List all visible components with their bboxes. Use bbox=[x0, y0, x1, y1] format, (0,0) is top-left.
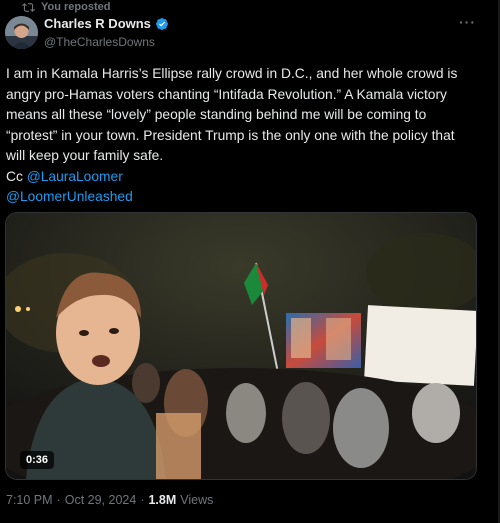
meta-separator: · bbox=[140, 493, 145, 507]
meta-separator: · bbox=[56, 493, 61, 507]
tweet-body: I am in Kamala Harris’s Ellipse rally cr… bbox=[6, 64, 476, 208]
mention-link[interactable]: @LauraLoomer bbox=[27, 169, 123, 184]
author-avatar[interactable] bbox=[5, 16, 38, 49]
repost-indicator: You reposted bbox=[22, 0, 110, 14]
tweet-date[interactable]: Oct 29, 2024 bbox=[65, 493, 137, 507]
author-handle[interactable]: @TheCharlesDowns bbox=[44, 35, 169, 49]
video-duration: 0:36 bbox=[20, 451, 55, 469]
more-options-icon[interactable]: ··· bbox=[459, 14, 476, 30]
tweet-mention-line: @LoomerUnleashed bbox=[6, 187, 476, 208]
author-info: Charles R Downs @TheCharlesDowns bbox=[44, 16, 169, 49]
author-name[interactable]: Charles R Downs bbox=[44, 16, 151, 31]
repost-label: You reposted bbox=[41, 1, 111, 13]
mention-link[interactable]: @LoomerUnleashed bbox=[6, 189, 133, 204]
video-player[interactable]: 0:36 bbox=[5, 212, 477, 480]
views-label: Views bbox=[180, 493, 214, 507]
cc-prefix: Cc bbox=[6, 168, 23, 184]
tweet-metadata: 7:10 PM · Oct 29, 2024 · 1.8M Views bbox=[6, 493, 213, 507]
tweet-text-main: I am in Kamala Harris’s Ellipse rally cr… bbox=[6, 66, 458, 163]
tweet-time[interactable]: 7:10 PM bbox=[6, 493, 53, 507]
tweet-cc-line: Cc @LauraLoomer bbox=[6, 167, 476, 188]
repost-icon bbox=[22, 2, 35, 12]
views-count: 1.8M bbox=[148, 493, 177, 507]
video-frame bbox=[6, 213, 476, 479]
verified-badge-icon bbox=[155, 17, 168, 30]
